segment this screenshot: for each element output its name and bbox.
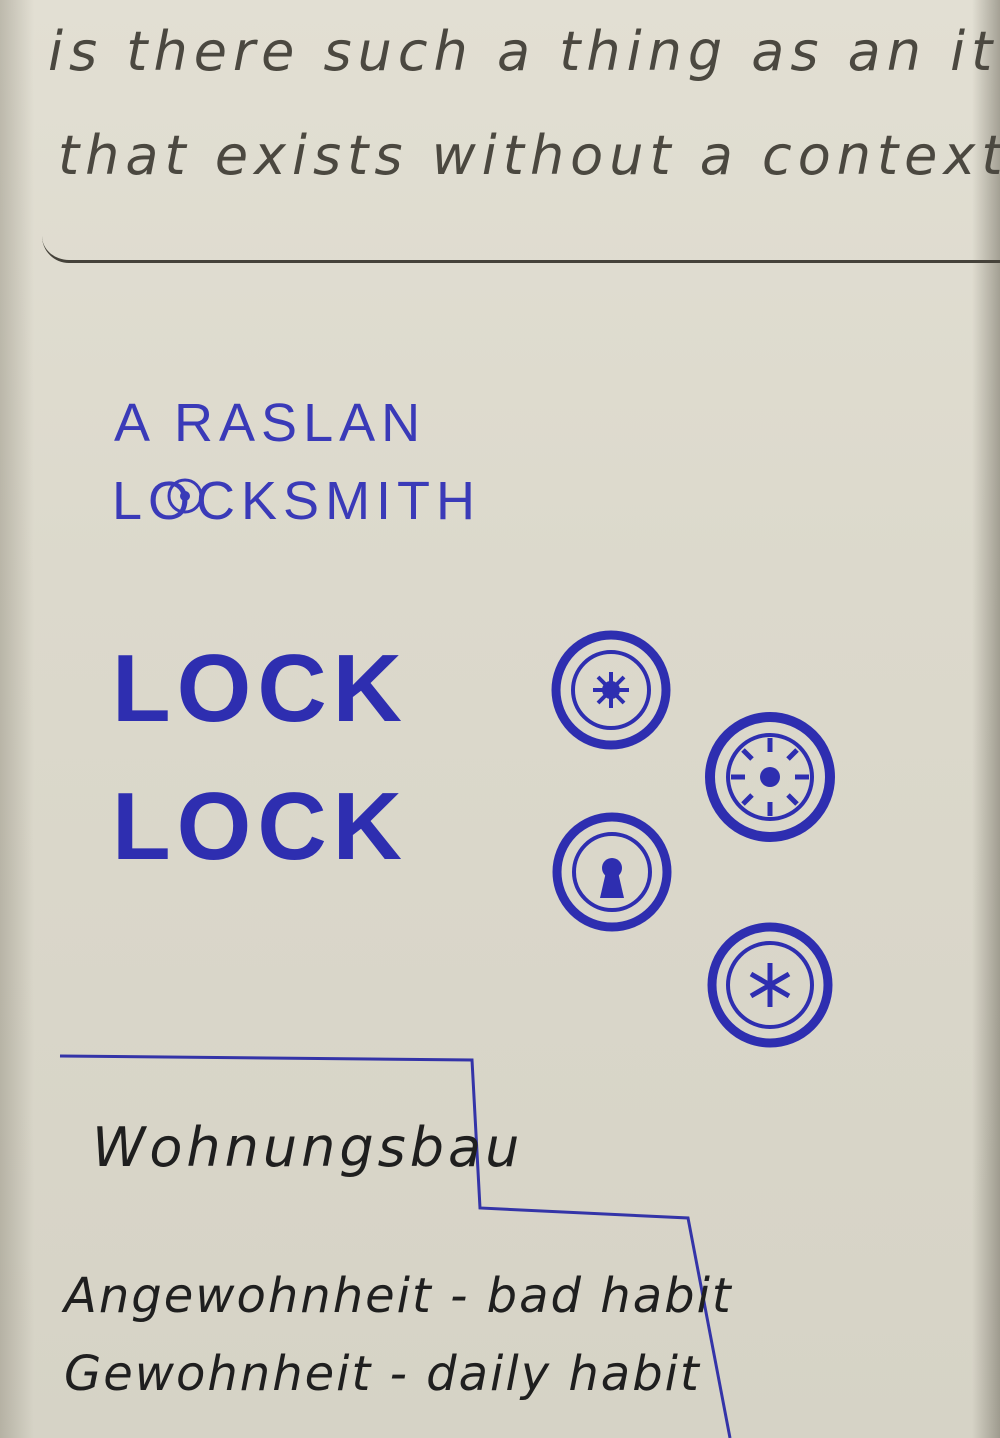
vocab-entry-2: Gewohnheit - daily habit — [64, 1346, 701, 1402]
vocab-heading: Wohnungsbau — [92, 1116, 524, 1179]
keyhole-icon — [552, 812, 672, 932]
ink-drawings — [59, 478, 835, 1438]
lock-dial-icon — [705, 712, 835, 842]
notebook-page: is there such a thing as an ite that exi… — [0, 0, 1000, 1438]
asterisk-lock-icon — [707, 922, 833, 1048]
lock-dial-icon — [167, 478, 203, 514]
lock-star-icon — [551, 630, 671, 750]
vocab-entry-1: Angewohnheit - bad habit — [64, 1268, 733, 1324]
